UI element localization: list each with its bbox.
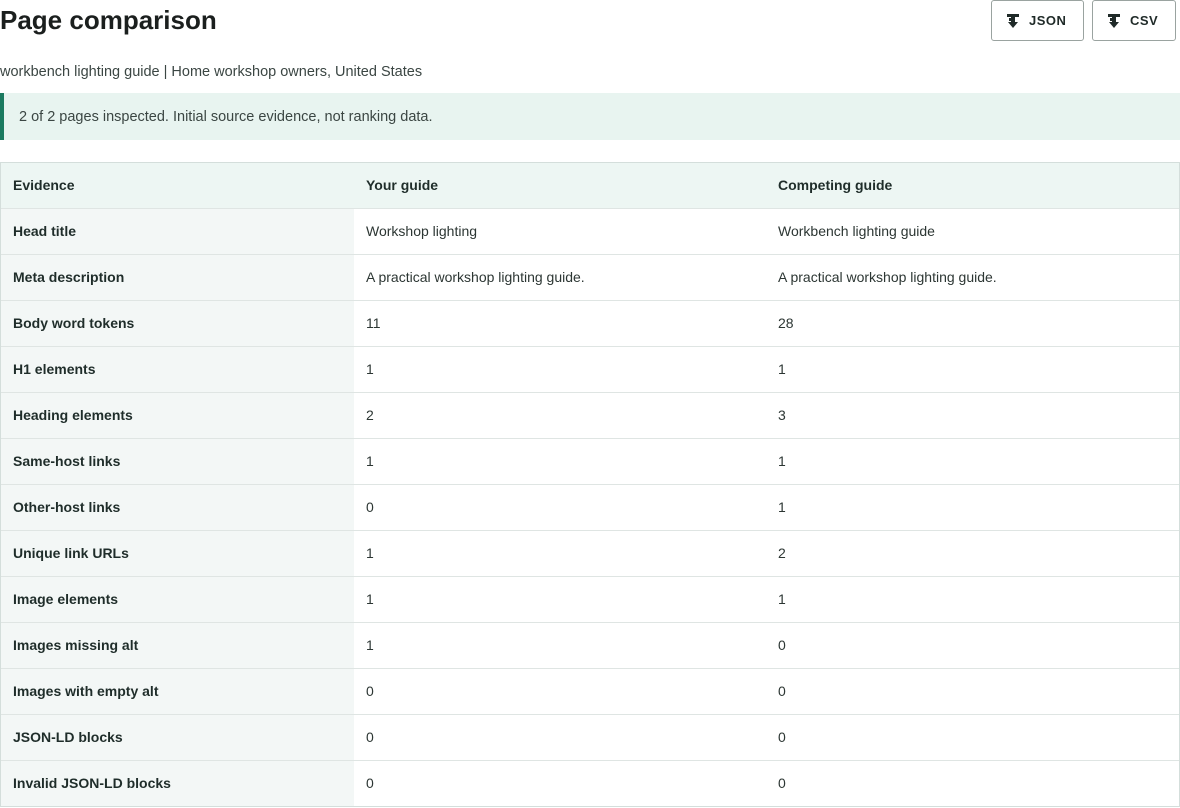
download-icon [1107, 13, 1121, 29]
row-label: H1 elements [1, 346, 354, 393]
export-json-label: JSON [1029, 13, 1067, 28]
table-row: Images missing alt 1 0 [1, 622, 1179, 669]
competing-guide-value: 2 [766, 530, 1179, 577]
export-csv-label: CSV [1130, 13, 1159, 28]
row-label: Head title [1, 208, 354, 255]
row-label: Same-host links [1, 438, 354, 485]
row-label: Images with empty alt [1, 668, 354, 715]
column-header: Competing guide [766, 163, 1179, 209]
table-row: Invalid JSON-LD blocks 0 0 [1, 760, 1179, 806]
your-guide-value: 1 [354, 576, 766, 623]
row-label: Invalid JSON-LD blocks [1, 760, 354, 806]
competing-guide-value: 3 [766, 392, 1179, 439]
table-row: Images with empty alt 0 0 [1, 668, 1179, 715]
table-row: Meta description A practical workshop lig… [1, 254, 1179, 301]
row-label: Images missing alt [1, 622, 354, 669]
row-label: JSON-LD blocks [1, 714, 354, 761]
row-label: Body word tokens [1, 300, 354, 347]
competing-guide-value: Workbench lighting guide [766, 208, 1179, 255]
column-header: Evidence [1, 163, 354, 209]
your-guide-value: A practical workshop lighting guide. [354, 254, 766, 301]
competing-guide-value: 0 [766, 622, 1179, 669]
your-guide-value: 1 [354, 622, 766, 669]
competing-guide-value: 0 [766, 760, 1179, 806]
your-guide-value: 1 [354, 438, 766, 485]
competing-guide-value: 1 [766, 346, 1179, 393]
your-guide-value: 0 [354, 760, 766, 806]
your-guide-value: 2 [354, 392, 766, 439]
your-guide-value: Workshop lighting [354, 208, 766, 255]
table-row: Image elements 1 1 [1, 576, 1179, 623]
inspection-notice: 2 of 2 pages inspected. Initial source e… [0, 93, 1180, 140]
page-title: Page comparison [0, 5, 217, 35]
competing-guide-value: 0 [766, 714, 1179, 761]
competing-guide-value: A practical workshop lighting guide. [766, 254, 1179, 301]
inspection-notice-text: 2 of 2 pages inspected. Initial source e… [19, 108, 433, 125]
your-guide-value: 0 [354, 714, 766, 761]
column-header: Your guide [354, 163, 766, 209]
row-label: Meta description [1, 254, 354, 301]
comparison-table: Evidence Your guide Competing guide Head… [0, 162, 1180, 807]
table-header-row: Evidence Your guide Competing guide [1, 163, 1179, 209]
your-guide-value: 1 [354, 530, 766, 577]
competing-guide-value: 28 [766, 300, 1179, 347]
table-row: Heading elements 2 3 [1, 392, 1179, 439]
table-row: H1 elements 1 1 [1, 346, 1179, 393]
competing-guide-value: 1 [766, 438, 1179, 485]
table-row: Unique link URLs 1 2 [1, 530, 1179, 577]
table-row: JSON-LD blocks 0 0 [1, 714, 1179, 761]
export-json-button[interactable]: JSON [991, 0, 1084, 41]
table-row: Same-host links 1 1 [1, 438, 1179, 485]
competing-guide-value: 1 [766, 484, 1179, 531]
your-guide-value: 0 [354, 484, 766, 531]
table-row: Body word tokens 11 28 [1, 300, 1179, 347]
row-label: Unique link URLs [1, 530, 354, 577]
table-row: Head title Workshop lighting Workbench lig… [1, 208, 1179, 255]
your-guide-value: 0 [354, 668, 766, 715]
your-guide-value: 1 [354, 346, 766, 393]
table-row: Other-host links 0 1 [1, 484, 1179, 531]
download-icon [1006, 13, 1020, 29]
row-label: Heading elements [1, 392, 354, 439]
page: Page comparison JSON CSV workbench light… [0, 0, 1180, 808]
row-label: Image elements [1, 576, 354, 623]
query-context: workbench lighting guide | Home workshop… [0, 64, 423, 80]
export-csv-button[interactable]: CSV [1092, 0, 1176, 41]
competing-guide-value: 0 [766, 668, 1179, 715]
competing-guide-value: 1 [766, 576, 1179, 623]
your-guide-value: 11 [354, 300, 766, 347]
export-actions: JSON CSV [991, 0, 1176, 41]
table-body: Head title Workshop lighting Workbench lig… [1, 208, 1179, 806]
row-label: Other-host links [1, 484, 354, 531]
